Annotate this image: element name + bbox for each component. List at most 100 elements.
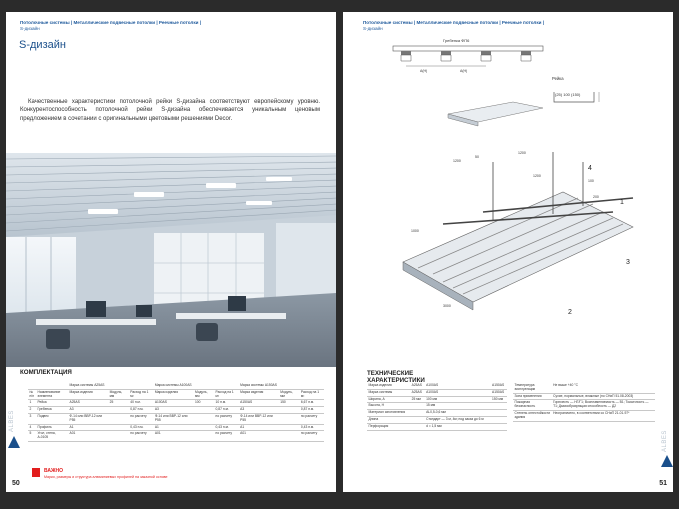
assembly-drawing: 1200 1200 1200 1000 100 50 200 3000 1 2 …	[402, 151, 634, 316]
table-cell	[278, 430, 300, 442]
section-title-equipment: КОМПЛЕКТАЦИЯ	[20, 369, 72, 376]
tech-row: Перфорация d = 1,5 мм	[367, 423, 507, 431]
tech-row: Длина Стандарт — 3 м, 4м; под заказ до 6 …	[367, 416, 507, 424]
rail-profile-drawing	[447, 101, 544, 127]
page-number: 50	[12, 480, 20, 487]
table-cell: А3	[68, 406, 109, 414]
table-cell: Зона применения	[513, 393, 552, 401]
table-cell: 6,67 п.м.	[299, 399, 324, 408]
table-cell: Ф-14 или ВВР-12 или Р55	[68, 413, 109, 425]
table-cell	[108, 406, 129, 414]
table-cell: 25	[108, 399, 129, 408]
dim-label: 1000	[411, 229, 419, 233]
table-cell	[108, 413, 129, 425]
table-row: 1 Рейка А25АS 25 40 п.м. А100АS 100 10 п.м. А150…	[28, 399, 324, 408]
tech-row: Высота, H 15 мм	[367, 402, 507, 411]
table-cell: 3	[28, 413, 36, 425]
column-header: Расход на 1 м²	[214, 389, 239, 401]
table-cell	[278, 413, 300, 425]
table-cell: А3	[153, 406, 194, 414]
section-title-tech: ТЕХНИЧЕСКИЕ ХАРАКТЕРИСТИКИ	[367, 370, 425, 384]
table-cell: А150АS	[490, 389, 507, 397]
table-cell	[410, 423, 425, 431]
table-cell: А100АS	[153, 399, 194, 408]
table-cell: А3	[238, 406, 279, 414]
column-header: № п/п	[28, 389, 36, 401]
table-cell: 40 п.м.	[128, 399, 154, 408]
table-cell	[410, 416, 425, 424]
table-cell: А25АS	[410, 389, 425, 397]
table-cell: 0,43 п.м.	[214, 424, 239, 432]
table-cell: по расчету	[214, 430, 239, 442]
column-header: Модуль, мм	[108, 389, 129, 401]
tech-row: Материал изготовления AL0,5-0,6 мм	[367, 409, 507, 417]
table-cell: по расчету	[299, 430, 324, 442]
dim-label: 1200	[533, 174, 541, 178]
table-cell: А100АS	[424, 389, 491, 397]
table-cell: Горючесть — НГ/Г1; Воспламеняемость — В1…	[551, 399, 655, 411]
table-cell: по расчету	[128, 413, 154, 425]
table-cell: AL0,5-0,6 мм	[424, 409, 491, 417]
table-cell: Сухие, нормальные, влажные (по СНиП 51.0…	[551, 393, 655, 401]
equipment-table-wrapper: Марка системы А25АS Марка системы А100АS…	[28, 383, 324, 442]
column-header: Расход на 1 м²	[128, 389, 154, 401]
tech-left-table: Марка изделия А25АS А100АS А150АS Марка сист…	[367, 383, 507, 431]
left-page: Потолочные системы | Металлические подве…	[6, 12, 336, 492]
table-cell: Ф-14 или ВВР-12 или Р55	[153, 413, 194, 425]
callout-2: 2	[568, 309, 572, 316]
column-header: Марка изделия	[68, 389, 109, 401]
table-cell: Рейка	[36, 399, 68, 408]
table-cell: 0,87 п.м.	[299, 406, 324, 414]
table-cell: А1	[68, 424, 109, 432]
table-cell: Не выше +40 °С	[551, 383, 655, 394]
table-cell: Температура эксплуатации	[513, 383, 552, 394]
table-cell	[193, 413, 215, 425]
column-header: Марка изделия	[153, 389, 194, 401]
tech-left-wrapper: Марка изделия А25АS А100АS А150АS Марка сист…	[367, 383, 507, 431]
table-row: 3 Подвес Ф-14 или ВВР-12 или Р55 по расчету…	[28, 413, 324, 425]
dim-label: А(Н)	[420, 69, 427, 73]
table-cell: 0,87 п.м.	[214, 406, 239, 414]
table-cell	[410, 402, 425, 411]
tech-row: Степень огнестойкости здания Неограничено…	[513, 410, 655, 422]
table-cell	[108, 430, 129, 442]
table-cell: 1	[28, 399, 36, 408]
table-cell	[490, 423, 507, 431]
equipment-table: Марка системы А25АS Марка системы А100АS…	[28, 383, 324, 442]
callout-3: 3	[626, 259, 630, 266]
table-cell: Перфорация	[367, 423, 411, 431]
table-cell: А1	[153, 424, 194, 432]
table-cell: 5	[28, 430, 36, 442]
table-cell: 0,43 п.м.	[128, 424, 154, 432]
important-icon	[32, 468, 40, 477]
table-cell	[193, 406, 215, 414]
breadcrumb-main: Потолочные системы | Металлические подве…	[20, 20, 202, 25]
table-cell: 25 мм	[410, 396, 425, 404]
table-header-row: № п/п Наименование элемента Марка издели…	[28, 389, 324, 401]
rail-label: Рейка	[552, 76, 564, 81]
table-cell	[490, 409, 507, 417]
dim-label: 1200	[453, 159, 461, 163]
breadcrumb-sub: S-дизайн	[363, 26, 383, 31]
dim-label: 3000	[443, 304, 451, 308]
table-cell: 100 мм	[424, 396, 491, 404]
tech-row: Температура эксплуатации Не выше +40 °С	[513, 383, 655, 394]
table-cell: Профиль	[36, 424, 68, 432]
rail-sizes: (25) 100 (150)	[555, 92, 581, 97]
triangle-marker-icon	[661, 455, 673, 467]
table-cell	[108, 424, 129, 432]
callout-4: 4	[588, 165, 592, 172]
table-cell: Степень огнестойкости здания	[513, 410, 552, 422]
tech-left-body: Марка изделия А25АS А100АS А150АS Марка сист…	[367, 383, 507, 431]
table-cell: Материал изготовления	[367, 409, 411, 417]
callout-1: 1	[620, 199, 624, 206]
table-cell: Угол, стена, А-0105	[36, 430, 68, 442]
tech-right-body: Температура эксплуатации Не выше +40 °С Зо…	[513, 383, 655, 422]
table-row: 5 Угол, стена, А-0105 А01 по расчету А01 по р…	[28, 430, 324, 442]
table-cell	[490, 416, 507, 424]
table-row: 2 Гребенка А3 0,87 п.м. А3 0,87 п.м. А3 0,87 п.…	[28, 406, 324, 414]
table-cell: А150АS	[238, 399, 279, 408]
office-illustration	[6, 153, 336, 367]
dim-label: 50	[475, 155, 479, 159]
table-cell: Марка системы	[367, 389, 411, 397]
